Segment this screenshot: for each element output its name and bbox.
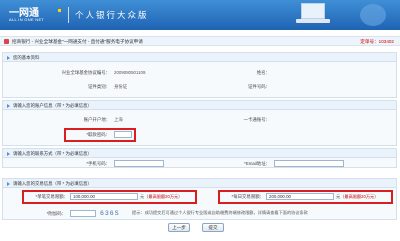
section-title: 您的基本资料 — [13, 55, 40, 60]
card-number-label: 一卡通账号： — [243, 117, 270, 122]
page-title: 个人银行大众版 — [75, 11, 149, 21]
home-icon[interactable] — [4, 39, 9, 44]
id-number-label: 证件号码： — [248, 84, 270, 89]
arrow-icon — [7, 55, 10, 60]
email-input[interactable] — [274, 160, 344, 167]
arrow-icon — [7, 151, 10, 156]
brand-logo: 一网通 ALL IN ONE NET — [6, 4, 64, 26]
password-label: *取款密码： — [86, 132, 110, 137]
submit-button[interactable]: 提交 — [202, 223, 224, 232]
prev-button[interactable]: 上一步 — [168, 223, 190, 232]
name-label: 姓名： — [256, 70, 270, 75]
breadcrumb-bar: 招商银行 - 兴业全球基金"一网通支付 - 直付通"服务电子协议申请 定单号：1… — [0, 36, 400, 46]
mobile-input[interactable] — [114, 160, 164, 167]
password-input[interactable] — [114, 131, 132, 138]
id-type-label: 证件类别： — [88, 84, 110, 89]
laptop-icon — [296, 3, 330, 25]
single-limit-note: 元（最高限额20万元） — [140, 194, 183, 199]
account-info-section: 请输入您的账户信息（带 * 为必填信息） — [2, 100, 397, 146]
mobile-label: *手机号码： — [86, 161, 110, 166]
order-number: 定单号：103402 — [360, 39, 394, 44]
arrow-icon — [7, 181, 10, 186]
logo-subtext: ALL IN ONE NET — [9, 17, 45, 22]
daily-limit-label: *每日交易限额： — [231, 194, 264, 199]
email-label: *Email地址： — [244, 161, 270, 166]
captcha-label: *附加码： — [46, 211, 66, 216]
id-type-value: 身份证 — [114, 84, 128, 89]
breadcrumb: 招商银行 - 兴业全球基金"一网通支付 - 直付通"服务电子协议申请 — [12, 39, 143, 44]
daily-limit-input[interactable]: 200,000.00 — [266, 193, 334, 200]
captcha-input[interactable] — [70, 210, 96, 217]
section-title: 请输入您的账户信息（带 * 为必填信息） — [13, 103, 92, 108]
header-divider — [68, 7, 69, 23]
hint-text: 提示：成功提交后可通过个人银行专业版或自助缴费终端修改限额，详情请查看下面的协议… — [132, 210, 308, 215]
account-city-label: 账户开户地： — [83, 117, 110, 122]
bank-emblem-icon — [360, 4, 386, 26]
single-limit-input[interactable]: 100,000.00 — [70, 193, 138, 200]
arrow-icon — [7, 103, 10, 108]
section-title: 请输入您的交易信息（带 * 为必填信息） — [13, 181, 92, 186]
captcha-image[interactable]: 636S — [100, 210, 122, 218]
agreement-value: 2009080501109 — [114, 70, 146, 75]
agreement-label: 兴业全球基金协议编号： — [61, 70, 110, 75]
single-limit-label: *单笔交易限额： — [35, 194, 68, 199]
account-city-value: 上海 — [114, 117, 123, 122]
logo-dot-icon — [58, 9, 61, 12]
daily-limit-note: 元（最高限额20万元） — [336, 194, 379, 199]
header-bar: 一网通 ALL IN ONE NET 个人银行大众版 — [0, 0, 400, 30]
section-title: 请输入您的联系方式（带 * 为必填信息） — [13, 151, 92, 156]
